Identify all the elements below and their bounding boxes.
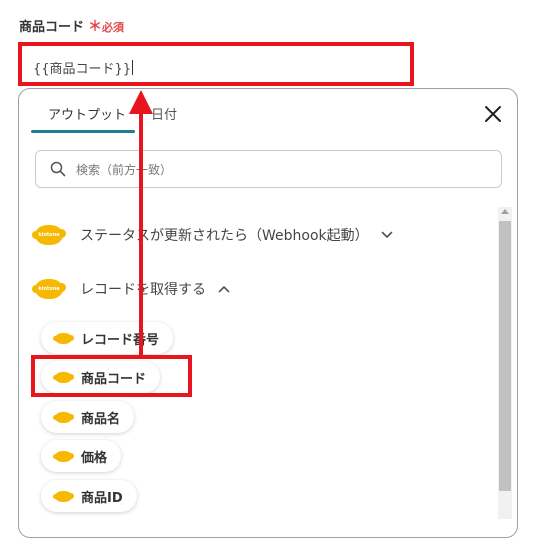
- tab-bar: アウトプット 日付: [19, 89, 517, 133]
- highlight-box: [31, 355, 192, 397]
- kintone-icon: kintone: [32, 225, 66, 245]
- kintone-icon: [53, 332, 74, 344]
- group-label: ステータスが更新されたら（Webhook起動）: [80, 228, 369, 244]
- group-label: レコードを取得する: [80, 282, 206, 298]
- tab-date[interactable]: 日付: [151, 104, 177, 123]
- output-item-product-id[interactable]: 商品ID: [41, 480, 137, 512]
- search-input[interactable]: [74, 160, 478, 180]
- output-item-product-name[interactable]: 商品名: [41, 401, 135, 433]
- output-item-label: 商品名: [81, 411, 121, 427]
- kintone-icon: [53, 490, 74, 502]
- active-tab-indicator: [31, 130, 135, 133]
- required-badge: ＊必須: [88, 19, 125, 35]
- product-code-value: {{商品コード}}: [33, 58, 134, 77]
- required-star: ＊: [88, 19, 103, 35]
- output-item-record-number[interactable]: レコード番号: [41, 322, 174, 354]
- input-value-text: {{商品コード}}: [33, 62, 132, 77]
- text-caret: [132, 60, 134, 75]
- output-item-price[interactable]: 価格: [41, 440, 122, 472]
- kintone-icon: [53, 411, 74, 423]
- output-item-label: 商品ID: [81, 490, 123, 506]
- kintone-icon: [53, 450, 74, 462]
- required-text: 必須: [102, 21, 125, 34]
- output-item-label: 価格: [81, 450, 108, 466]
- field-label: 商品コード ＊必須: [19, 16, 124, 36]
- kintone-icon: kintone: [32, 279, 66, 299]
- scrollbar[interactable]: [498, 207, 512, 519]
- output-item-label: レコード番号: [81, 332, 160, 348]
- scroll-thumb[interactable]: [499, 221, 511, 491]
- output-picker-panel: アウトプット 日付 kintone ステータスが更新されたら（Webhook起動…: [18, 88, 518, 538]
- group-get-record[interactable]: kintone レコードを取得する: [32, 276, 230, 302]
- chevron-up-icon: [218, 286, 230, 293]
- tab-output[interactable]: アウトプット: [48, 104, 126, 123]
- search-icon: [50, 161, 66, 177]
- close-icon[interactable]: [482, 103, 504, 125]
- scroll-up-icon[interactable]: [501, 209, 509, 214]
- chevron-down-icon: [381, 231, 392, 238]
- product-code-input[interactable]: {{商品コード}}: [18, 42, 414, 86]
- search-box[interactable]: [35, 150, 502, 188]
- group-status-updated[interactable]: kintone ステータスが更新されたら（Webhook起動）: [32, 222, 393, 248]
- field-label-text: 商品コード: [19, 20, 85, 35]
